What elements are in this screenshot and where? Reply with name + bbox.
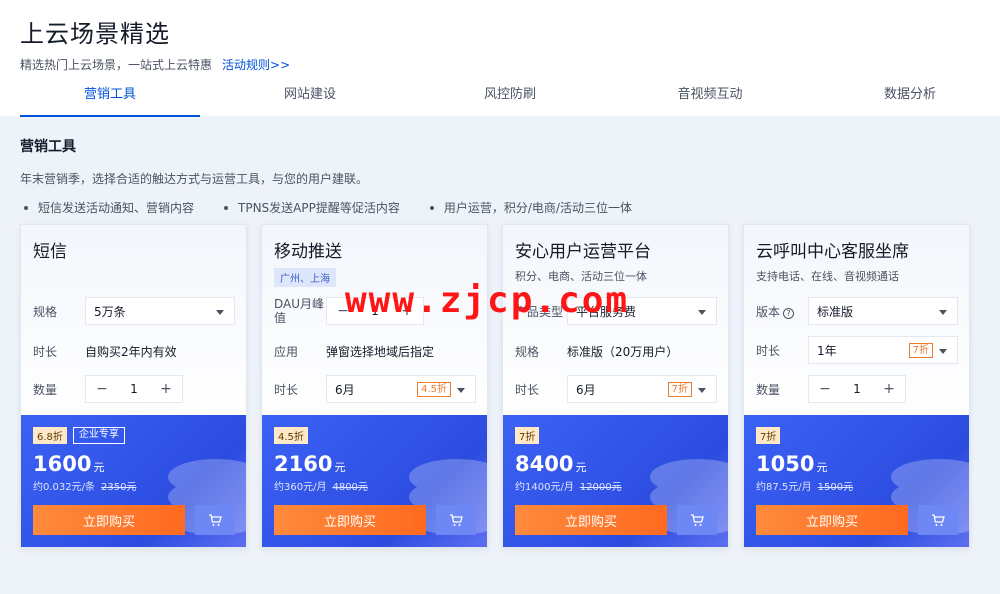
help-icon[interactable]: ? (783, 307, 795, 319)
duration-label: 时长 (756, 343, 781, 358)
bullet-item: TPNS发送APP提醒等促活内容 (224, 199, 400, 216)
section-title: 营销工具 (20, 139, 76, 155)
card-subtitle: 支持电话、在线、音视频通话 (756, 270, 899, 283)
chevron-down-icon (698, 388, 706, 393)
price-panel: 4.5折 2160 元 约360元/月 4800元 立即购买 (262, 415, 487, 547)
tab-risk-control[interactable]: 风控防刷 (420, 78, 600, 116)
buy-now-button[interactable]: 立即购买 (274, 505, 426, 535)
watermark: www.zjcp.com (345, 280, 630, 321)
tab-data-analysis[interactable]: 数据分析 (820, 78, 1000, 116)
discount-badge: 7折 (515, 427, 540, 444)
duration-label: 时长 (274, 382, 299, 397)
spec-label: 规格 (33, 304, 58, 319)
product-card-mobile-push: 移动推送 广州、上海 DAU月峰值 − 1 + 应用 弹窗选择地域后指定 时长 … (261, 224, 488, 548)
section-intro: 营销工具 年末营销季，选择合适的触达方式与运营工具，与您的用户建联。 短信发送活… (20, 116, 980, 216)
chevron-down-icon (698, 310, 706, 315)
duration-label: 时长 (515, 382, 540, 397)
edition-label: 版本? (756, 303, 808, 320)
app-label: 应用 (274, 345, 299, 359)
quantity-stepper: − 1 + (85, 375, 183, 403)
plus-button[interactable]: + (150, 376, 182, 402)
add-to-cart-button[interactable] (918, 505, 958, 535)
header: 上云场景精选 精选热门上云场景，一站式上云特惠 活动规则>> 营销工具 网站建设 … (0, 0, 1000, 117)
product-card-call-center: 云呼叫中心客服坐席 支持电话、在线、音视频通话 版本? 标准版 时长 1年 7折 … (743, 224, 970, 548)
quantity-input[interactable]: 1 (841, 376, 873, 402)
region-tag: 广州、上海 (274, 268, 336, 287)
page-subtitle: 精选热门上云场景，一站式上云特惠 活动规则>> (20, 56, 290, 73)
quantity-row: 数量 − 1 + (33, 375, 183, 403)
cart-icon (691, 514, 704, 526)
duration-label: 时长 (33, 345, 58, 359)
cart-icon (932, 514, 945, 526)
duration-row: 时长 自购买2年内有效 (33, 343, 177, 360)
enterprise-badge: 企业专享 (72, 427, 125, 444)
price-panel: 7折 1050 元 约87.5元/月 1500元 立即购买 (744, 415, 969, 547)
duration-select[interactable]: 6月 7折 (567, 375, 717, 403)
bullet-item: 短信发送活动通知、营销内容 (24, 199, 194, 216)
price-panel: 6.8折 企业专享 1600 元 约0.032元/条 2350元 立即购买 (21, 415, 246, 547)
add-to-cart-button[interactable] (436, 505, 476, 535)
app-row: 应用 弹窗选择地域后指定 (274, 343, 434, 360)
spec-select[interactable]: 5万条 (85, 297, 235, 325)
discount-badge: 6.8折 (33, 427, 67, 444)
quantity-label: 数量 (756, 382, 781, 397)
spec-row: 规格 5万条 (33, 297, 235, 325)
edition-row: 版本? 标准版 (756, 297, 958, 325)
quantity-input[interactable]: 1 (118, 376, 150, 402)
tab-marketing-tools[interactable]: 营销工具 (20, 78, 200, 117)
tab-website-building[interactable]: 网站建设 (220, 78, 400, 116)
page-title: 上云场景精选 (20, 20, 170, 48)
duration-discount-badge: 4.5折 (417, 382, 451, 397)
bullet-item: 用户运营，积分/电商/活动三位一体 (429, 199, 632, 216)
spec-value: 标准版（20万用户） (567, 345, 679, 359)
card-title: 云呼叫中心客服坐席 (756, 242, 909, 262)
quantity-row: 数量 − 1 + (756, 375, 906, 403)
quantity-label: 数量 (33, 382, 58, 397)
chevron-down-icon (939, 349, 947, 354)
discount-badge: 7折 (756, 427, 781, 444)
spec-row: 规格 标准版（20万用户） (515, 343, 678, 360)
minus-button[interactable]: − (86, 376, 118, 402)
duration-discount-badge: 7折 (908, 343, 933, 358)
spec-label: 规格 (515, 345, 540, 359)
section-description: 年末营销季，选择合适的触达方式与运营工具，与您的用户建联。 (20, 172, 369, 186)
app-value: 弹窗选择地域后指定 (326, 345, 435, 359)
duration-value: 自购买2年内有效 (85, 345, 177, 359)
card-title: 移动推送 (274, 242, 342, 262)
chevron-down-icon (216, 310, 224, 315)
tab-audio-video[interactable]: 音视频互动 (620, 78, 800, 116)
buy-now-button[interactable]: 立即购买 (756, 505, 908, 535)
buy-now-button[interactable]: 立即购买 (515, 505, 667, 535)
buy-now-button[interactable]: 立即购买 (33, 505, 185, 535)
chevron-down-icon (939, 310, 947, 315)
product-card-sms: 短信 规格 5万条 时长 自购买2年内有效 数量 − 1 + 6.8折 企业专享… (20, 224, 247, 548)
dau-label: DAU月峰值 (274, 297, 325, 325)
activity-rules-link[interactable]: 活动规则>> (222, 58, 290, 72)
edition-select[interactable]: 标准版 (808, 297, 958, 325)
discount-badge: 4.5折 (274, 427, 308, 444)
duration-select[interactable]: 1年 7折 (808, 336, 958, 364)
chevron-down-icon (457, 388, 465, 393)
plus-button[interactable]: + (873, 376, 905, 402)
product-cards: 短信 规格 5万条 时长 自购买2年内有效 数量 − 1 + 6.8折 企业专享… (20, 224, 970, 548)
product-card-user-ops: 安心用户运营平台 积分、电商、活动三位一体 产品类型 平台服务费 规格 标准版（… (502, 224, 729, 548)
add-to-cart-button[interactable] (677, 505, 717, 535)
duration-discount-badge: 7折 (667, 382, 692, 397)
section-bullets: 短信发送活动通知、营销内容 TPNS发送APP提醒等促活内容 用户运营，积分/电… (20, 199, 980, 216)
cart-icon (209, 514, 222, 526)
cart-icon (450, 514, 463, 526)
duration-row: 时长 1年 7折 (756, 336, 958, 364)
price-panel: 7折 8400 元 约1400元/月 12000元 立即购买 (503, 415, 728, 547)
card-title: 短信 (33, 242, 67, 262)
duration-select[interactable]: 6月 4.5折 (326, 375, 476, 403)
scenario-tabs: 营销工具 网站建设 风控防刷 音视频互动 数据分析 (0, 78, 1000, 117)
card-title: 安心用户运营平台 (515, 242, 651, 262)
minus-button[interactable]: − (809, 376, 841, 402)
subtitle-text: 精选热门上云场景，一站式上云特惠 (20, 58, 213, 72)
duration-row: 时长 6月 4.5折 (274, 375, 476, 403)
add-to-cart-button[interactable] (195, 505, 235, 535)
quantity-stepper: − 1 + (808, 375, 906, 403)
duration-row: 时长 6月 7折 (515, 375, 717, 403)
